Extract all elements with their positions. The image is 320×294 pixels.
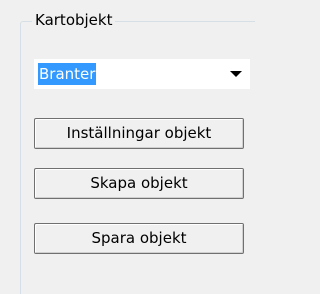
groupbox-title: Kartobjekt [32, 10, 116, 30]
installningar-objekt-button[interactable]: Inställningar objekt [34, 118, 244, 149]
spara-objekt-button[interactable]: Spara objekt [34, 223, 244, 254]
chevron-down-icon[interactable] [230, 71, 242, 77]
select-value: Branter [38, 63, 97, 85]
skapa-objekt-button[interactable]: Skapa objekt [34, 168, 244, 199]
kartobjekt-select[interactable]: Branter [34, 59, 250, 89]
